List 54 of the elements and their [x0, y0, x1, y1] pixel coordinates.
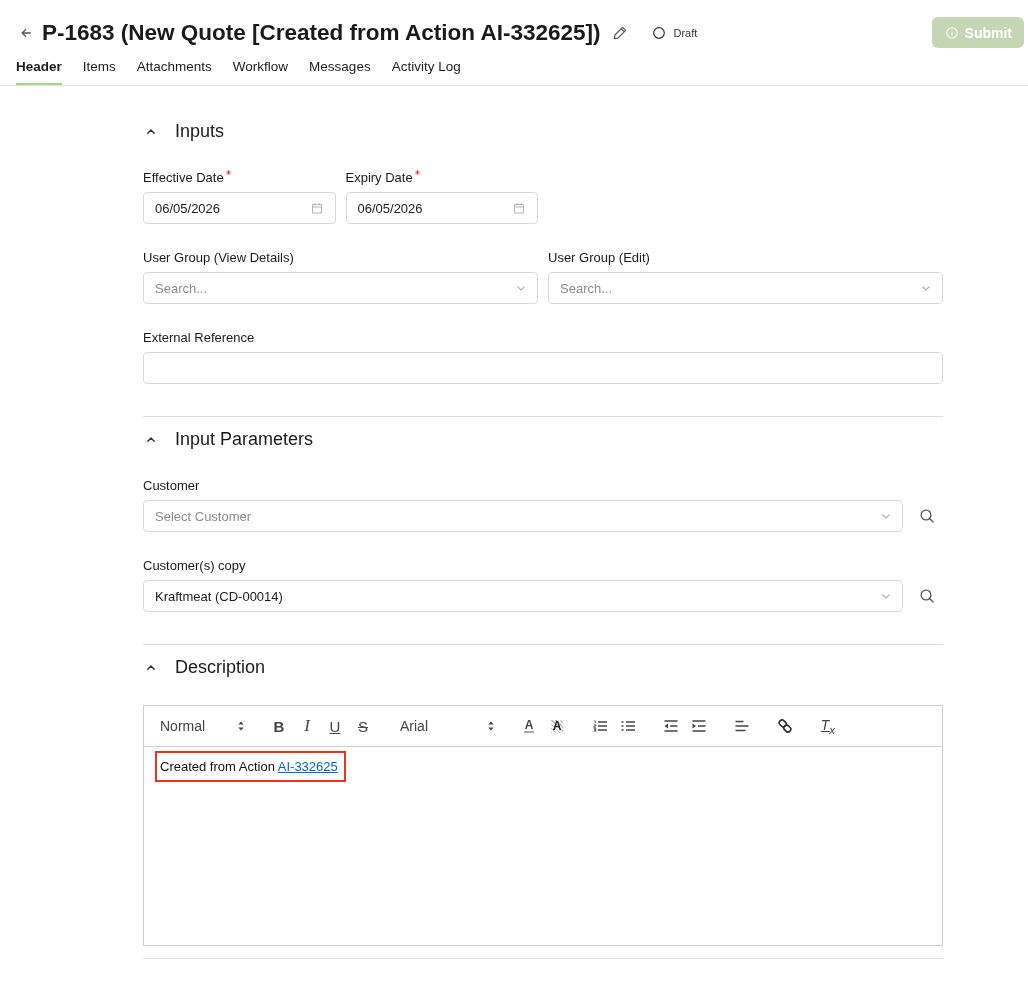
chevron-icon[interactable] [147, 436, 155, 442]
field-label: Expiry Date [345, 169, 413, 187]
dropdown-field[interactable]: Search... [143, 272, 538, 304]
field-label: Effective Date [143, 169, 224, 187]
rich-text-editor[interactable]: Normal B I U S Arial A A T$_{x}$ Created from Action AI-332625 [143, 705, 943, 946]
tab[interactable]: Messages [309, 59, 371, 85]
tab[interactable]: Workflow [232, 59, 289, 85]
tab[interactable]: Header [16, 59, 62, 85]
field-label: Customer [143, 477, 200, 495]
page-title: P-1683 (New Quote [Created from Action AI-332625]) [42, 18, 601, 47]
dropdown-field[interactable]: Kraftmeat (CD-00014) [143, 580, 903, 612]
status-label: Draft [673, 26, 698, 39]
highlight-color-button[interactable]: A [543, 714, 571, 738]
circle-icon [653, 26, 666, 39]
dropdown-field[interactable]: Select Customer [143, 500, 903, 532]
indent-icon[interactable] [692, 720, 706, 732]
search-icon[interactable] [920, 589, 934, 603]
bullet-list-icon[interactable] [621, 720, 635, 732]
tab[interactable]: Activity Log [391, 59, 461, 85]
chevron-icon[interactable] [147, 128, 155, 134]
action-link[interactable]: AI-332625 [277, 759, 338, 774]
chevron-icon[interactable] [147, 664, 155, 670]
date-field[interactable]: 06/05/2026 [345, 192, 538, 224]
field-label: User Group (Edit) [548, 249, 650, 267]
font-dropdown[interactable]: Arial [392, 714, 500, 738]
field-label: Customer(s) copy [143, 557, 246, 575]
search-icon[interactable] [920, 509, 934, 523]
link-icon[interactable] [778, 719, 792, 733]
numbered-list-icon[interactable] [593, 720, 607, 732]
info-icon [945, 26, 958, 39]
outdent-icon[interactable] [664, 720, 678, 732]
clear-format-button[interactable]: T$_{x}$ [814, 714, 842, 738]
date-field[interactable]: 06/05/2026 [143, 192, 336, 224]
tab[interactable]: Items [82, 59, 116, 85]
strikethrough-button[interactable]: S [349, 714, 377, 738]
tab[interactable]: Attachments [136, 59, 212, 85]
pencil-icon[interactable] [613, 25, 628, 40]
field-label: User Group (View Details) [143, 249, 294, 267]
section-title: Input Parameters [175, 428, 314, 451]
align-left-icon[interactable] [735, 720, 749, 732]
dropdown-field[interactable]: Search... [548, 272, 943, 304]
text-field[interactable] [143, 352, 943, 384]
section-title: Description [175, 656, 266, 679]
field-label: External Reference [143, 329, 255, 347]
text-color-button[interactable]: A [515, 714, 543, 738]
underline-button[interactable]: U [321, 714, 349, 738]
section-title: Inputs [175, 120, 225, 143]
description-text: Created from Action AI-332625 [160, 759, 338, 775]
up-down-arrows-icon [238, 721, 244, 731]
text-style-dropdown[interactable]: Normal [152, 714, 250, 738]
bold-button[interactable]: B [265, 714, 293, 738]
back-arrow-icon[interactable] [21, 27, 31, 38]
italic-button[interactable]: I [293, 714, 321, 738]
up-down-arrows-icon [488, 721, 494, 731]
